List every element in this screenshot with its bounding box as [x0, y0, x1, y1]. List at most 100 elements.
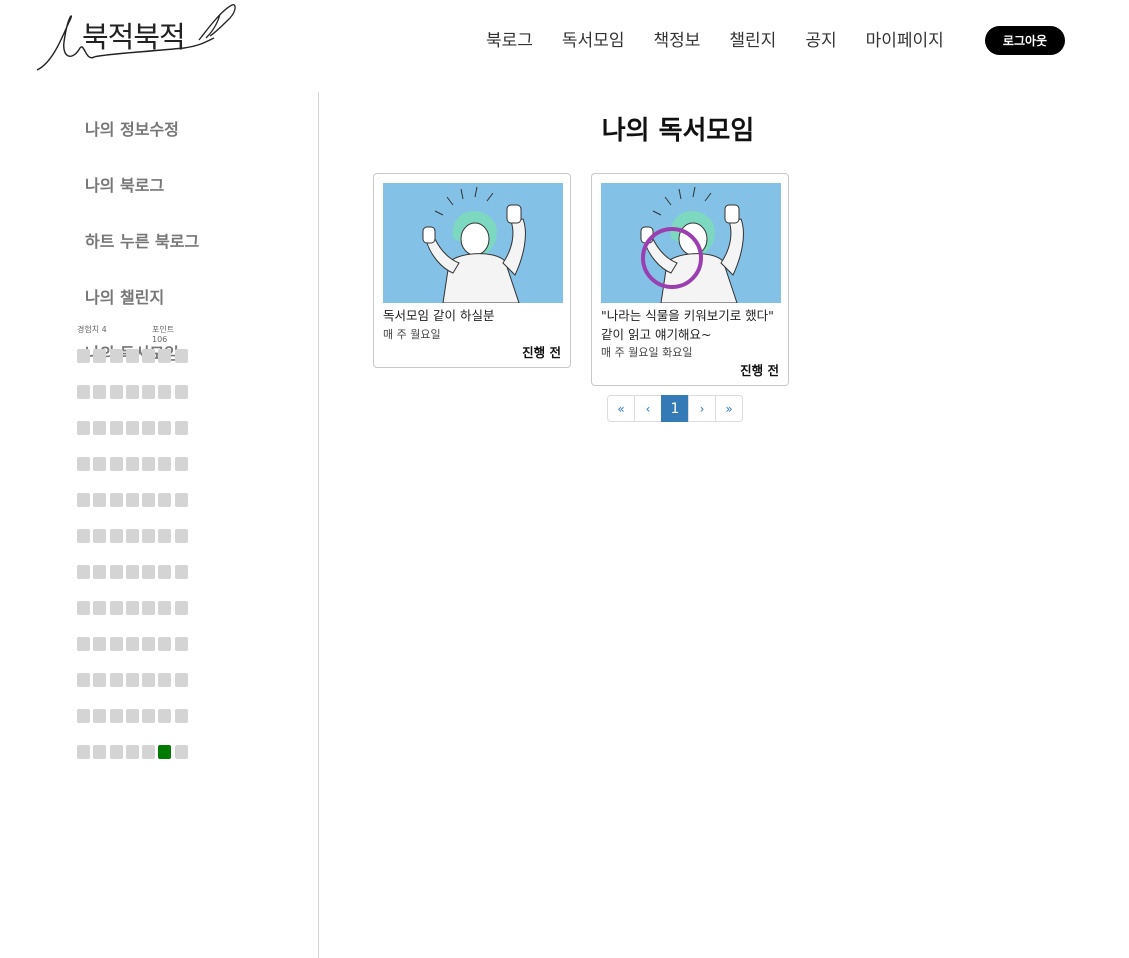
activity-cell: [109, 709, 123, 723]
activity-cell: [109, 673, 123, 687]
page-last-button[interactable]: »: [715, 395, 743, 422]
activity-cell: [142, 349, 156, 363]
activity-cell: [109, 349, 123, 363]
activity-cell: [77, 637, 90, 651]
activity-cell: [93, 385, 107, 399]
activity-cell: [158, 493, 172, 507]
activity-cell: [125, 529, 139, 543]
activity-cell: [125, 601, 139, 615]
experience-label: 경험치 4: [77, 325, 107, 334]
sidebar-item-edit-profile[interactable]: 나의 정보수정: [85, 116, 199, 172]
logout-button[interactable]: 로그아웃: [985, 26, 1065, 55]
activity-cell: [158, 457, 172, 471]
activity-cell: [93, 349, 107, 363]
activity-cell: [93, 709, 107, 723]
card-schedule: 매 주 월요일: [383, 328, 441, 341]
activity-cell: [125, 421, 139, 435]
activity-cell: [125, 457, 139, 471]
activity-cell: [174, 709, 188, 723]
sidebar-item-liked-booklog[interactable]: 하트 누른 북로그: [85, 228, 199, 284]
activity-cell: [174, 637, 188, 651]
sidebar-item-my-booklog[interactable]: 나의 북로그: [85, 172, 199, 228]
sidebar-divider: [318, 92, 319, 958]
page-current-button[interactable]: 1: [661, 395, 689, 422]
card-schedule: 매 주 월요일 화요일: [601, 346, 693, 359]
activity-cell: [109, 529, 123, 543]
activity-cell: [109, 457, 123, 471]
activity-cell: [77, 457, 90, 471]
nav-booklog[interactable]: 북로그: [486, 26, 533, 51]
activity-cell: [158, 421, 172, 435]
activity-cell: [109, 493, 123, 507]
activity-cell: [109, 385, 123, 399]
activity-grid-row: [77, 385, 191, 399]
reading-group-card[interactable]: 독서모임 같이 하실분 매 주 월요일 진행 전: [373, 173, 571, 368]
activity-cell: [77, 349, 90, 363]
nav-challenge[interactable]: 챌린지: [729, 26, 776, 51]
activity-cell: [158, 601, 172, 615]
activity-grid-row: [77, 745, 191, 759]
page-next-button[interactable]: ›: [688, 395, 716, 422]
activity-cell: [158, 673, 172, 687]
activity-cell: [93, 457, 107, 471]
activity-grid-row: [77, 529, 191, 543]
activity-cell: [174, 457, 188, 471]
activity-cell: [77, 565, 90, 579]
activity-cell: [109, 601, 123, 615]
site-logo[interactable]: 북적북적: [34, 2, 239, 74]
activity-cell: [125, 673, 139, 687]
activity-cell: [142, 673, 156, 687]
thumbs-up-person-illustration: [422, 186, 526, 303]
activity-grid-row: [77, 673, 191, 687]
activity-cell: [93, 493, 107, 507]
pagination: « ‹ 1 › »: [607, 395, 743, 422]
nav-notice[interactable]: 공지: [805, 26, 836, 51]
activity-cell: [93, 745, 107, 759]
activity-cell: [158, 709, 172, 723]
activity-cell: [142, 529, 156, 543]
activity-cell: [77, 673, 90, 687]
activity-cell: [125, 385, 139, 399]
card-title: "나라는 식물을 키워보기로 했다" 같이 읽고 얘기해요~: [601, 308, 774, 342]
activity-cell-active: [158, 745, 172, 759]
activity-cell: [142, 709, 156, 723]
activity-cell: [174, 529, 188, 543]
activity-cell: [174, 745, 188, 759]
activity-cell: [142, 601, 156, 615]
activity-cell: [174, 493, 188, 507]
top-navigation: 북로그 독서모임 책정보 챌린지 공지 마이페이지: [486, 26, 973, 51]
card-thumbnail: [601, 183, 781, 303]
activity-cell: [125, 349, 139, 363]
activity-cell: [93, 421, 107, 435]
page-first-button[interactable]: «: [607, 395, 635, 422]
activity-cell: [158, 565, 172, 579]
activity-cell: [109, 637, 123, 651]
activity-cell: [174, 601, 188, 615]
activity-cell: [93, 601, 107, 615]
activity-cell: [174, 673, 188, 687]
activity-cell: [109, 421, 123, 435]
card-thumbnail: [383, 183, 563, 303]
activity-cell: [142, 457, 156, 471]
activity-cell: [125, 709, 139, 723]
activity-cell: [174, 421, 188, 435]
activity-cell: [125, 493, 139, 507]
activity-cell: [77, 493, 90, 507]
activity-cell: [158, 529, 172, 543]
logo-text: 북적북적: [82, 20, 186, 54]
nav-book-info[interactable]: 책정보: [653, 26, 700, 51]
activity-cell: [77, 421, 90, 435]
activity-cell: [158, 349, 172, 363]
activity-cell: [93, 637, 107, 651]
nav-mypage[interactable]: 마이페이지: [866, 26, 944, 51]
activity-cell: [142, 421, 156, 435]
nav-reading-group[interactable]: 독서모임: [562, 26, 625, 51]
activity-grid-row: [77, 601, 191, 615]
activity-cell: [125, 637, 139, 651]
reading-group-card[interactable]: "나라는 식물을 키워보기로 했다" 같이 읽고 얘기해요~ 매 주 월요일 화…: [591, 173, 789, 386]
activity-grid-row: [77, 457, 191, 471]
activity-grid: [77, 349, 191, 781]
activity-cell: [142, 745, 156, 759]
page-prev-button[interactable]: ‹: [634, 395, 662, 422]
activity-cell: [93, 565, 107, 579]
